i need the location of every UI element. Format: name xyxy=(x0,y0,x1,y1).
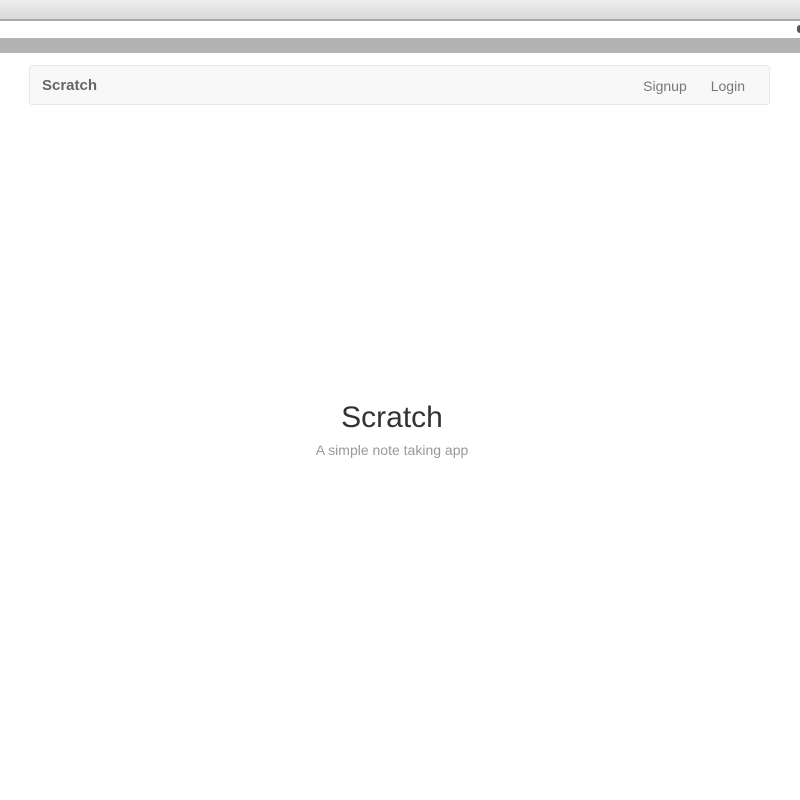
signup-link[interactable]: Signup xyxy=(643,78,687,94)
navbar: Scratch Signup Login xyxy=(29,65,770,105)
page-subtitle: A simple note taking app xyxy=(315,442,469,458)
login-link[interactable]: Login xyxy=(711,78,745,94)
hero: Scratch A simple note taking app xyxy=(0,400,784,458)
browser-toolbar xyxy=(0,0,800,21)
browser-address-strip xyxy=(0,21,800,38)
nav-links: Signup Login xyxy=(643,78,745,94)
page-title: Scratch xyxy=(341,401,443,434)
browser-tab-bar xyxy=(0,38,800,53)
brand-link[interactable]: Scratch xyxy=(42,77,97,94)
browser-chrome xyxy=(0,0,800,53)
